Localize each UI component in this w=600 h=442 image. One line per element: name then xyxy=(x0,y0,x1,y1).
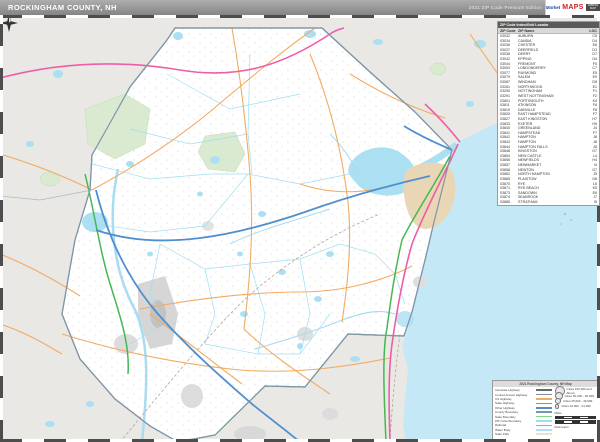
neatline-left xyxy=(0,15,3,442)
legend: 2021 Rockingham County, NH Map Interstat… xyxy=(492,380,599,441)
legend-city-entry: Cities 50,000 - 99,999 xyxy=(555,393,596,398)
zip-index-table: ZIP Code Index/Grid Locator ZIP Code ZIP… xyxy=(497,21,600,206)
scale-km-label: Kilometers xyxy=(555,425,596,429)
legend-line-swatch xyxy=(536,420,552,422)
scale-bars: Miles Kilometers xyxy=(555,411,596,429)
header-bar: ROCKINGHAM COUNTY, NH 2021 ZIP Code Prem… xyxy=(0,0,600,15)
map-title: ROCKINGHAM COUNTY, NH xyxy=(8,3,117,12)
legend-line-entry: State Park xyxy=(495,432,552,436)
logo-brand-top: Market xyxy=(546,5,561,10)
legend-line-swatch xyxy=(536,425,552,427)
legend-line-swatch xyxy=(536,403,552,405)
neatline-top xyxy=(0,15,600,18)
legend-line-swatch xyxy=(536,411,552,413)
publisher-logo: Market MAPS SAMPLE MAP xyxy=(545,0,600,15)
scale-bar-km xyxy=(555,420,596,424)
logo-brand-main: MAPS xyxy=(562,4,583,11)
legend-line-swatch xyxy=(536,389,552,391)
city-symbol-icon xyxy=(555,404,560,409)
legend-city-entry: Cities 10,000 - 24,999 xyxy=(555,404,596,409)
scale-bar-miles xyxy=(555,416,596,420)
legend-line-swatch xyxy=(536,394,552,396)
legend-line-swatch xyxy=(536,416,552,418)
map-poster: { "header": { "title": "ROCKINGHAM COUNT… xyxy=(0,0,600,442)
legend-lines: Interstate Highway Limited Access Highwa… xyxy=(495,388,552,436)
legend-line-swatch xyxy=(536,398,552,400)
edition-label: 2021 ZIP Code Premium Edition xyxy=(469,5,542,10)
legend-line-swatch xyxy=(536,429,552,431)
scale-miles-label: Miles xyxy=(555,411,596,415)
sample-badge: SAMPLE MAP xyxy=(586,4,600,12)
table-row: 03885 STRATHAM I5 xyxy=(498,200,599,205)
legend-line-swatch xyxy=(536,407,552,409)
legend-line-swatch xyxy=(536,433,552,435)
legend-cities: Cities 100,000 and Above Cities 50,000 -… xyxy=(555,388,596,436)
